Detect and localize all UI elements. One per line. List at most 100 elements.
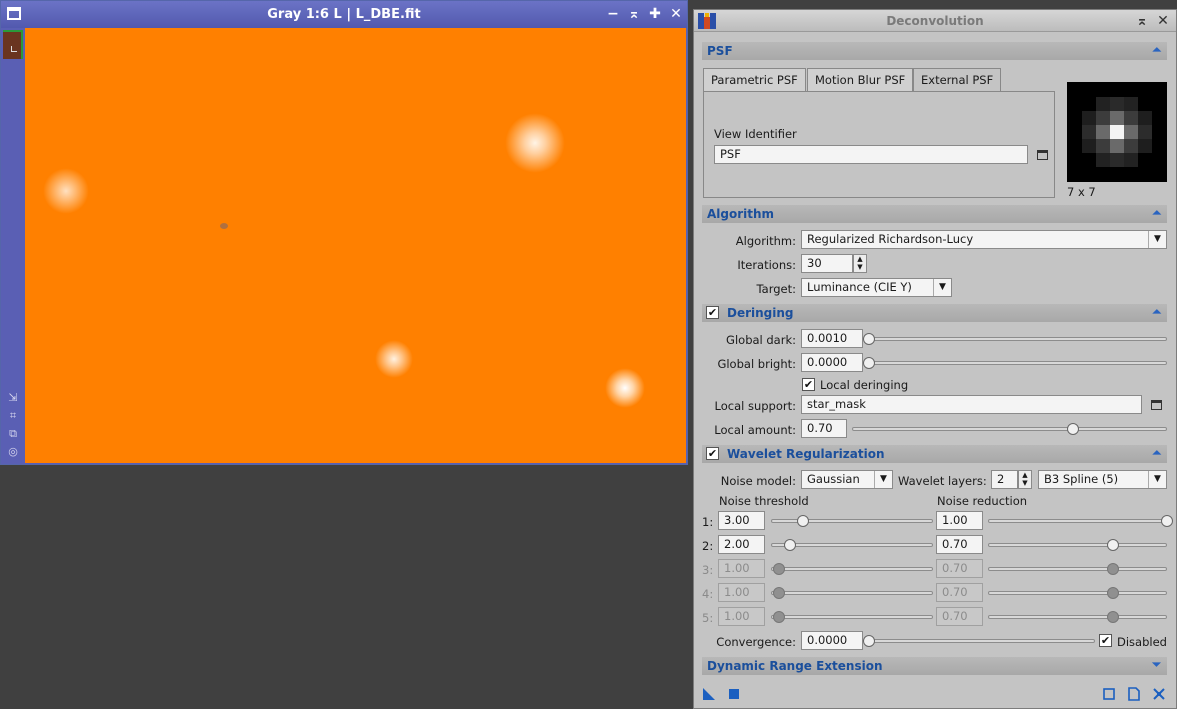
local-deringing-checkbox[interactable]: ✔: [802, 378, 815, 391]
collapse-up-icon[interactable]: ⏶: [1152, 44, 1161, 56]
noise-threshold-input[interactable]: 2.00: [718, 535, 765, 554]
noise-threshold-slider[interactable]: [771, 611, 933, 623]
wavelet-layers-input[interactable]: 2: [991, 470, 1018, 489]
chevron-down-icon[interactable]: ▼: [933, 279, 951, 296]
noise-reduction-input[interactable]: 0.70: [936, 607, 983, 626]
psf-preview-image: [1067, 82, 1167, 182]
noise-threshold-input[interactable]: 3.00: [718, 511, 765, 530]
document-icon[interactable]: [1127, 687, 1141, 701]
fit-view-icon[interactable]: ⇲: [7, 392, 19, 404]
chevron-down-icon[interactable]: ▼: [1148, 471, 1166, 488]
collapse-up-icon[interactable]: ⏶: [1152, 306, 1161, 318]
new-instance-icon[interactable]: [702, 687, 716, 701]
target-icon[interactable]: ◎: [7, 446, 19, 458]
psf-section-header[interactable]: PSF ⏶: [702, 42, 1167, 60]
global-dark-input[interactable]: 0.0010: [801, 329, 863, 348]
noise-threshold-input[interactable]: 1.00: [718, 583, 765, 602]
dialog-title: Deconvolution: [886, 14, 984, 28]
noise-reduction-slider[interactable]: [988, 515, 1173, 527]
noise-reduction-slider[interactable]: [988, 611, 1167, 623]
global-dark-slider[interactable]: [863, 333, 1167, 345]
dynamic-range-section-header[interactable]: Dynamic Range Extension ⏷: [702, 657, 1167, 675]
select-view-icon[interactable]: [1037, 150, 1048, 160]
noise-threshold-slider[interactable]: [771, 563, 933, 575]
view-identifier-input[interactable]: PSF: [714, 145, 1028, 164]
wavelet-layers-spinner[interactable]: ▲ ▼: [1018, 470, 1032, 489]
dialog-close-button[interactable]: ✕: [1155, 13, 1171, 29]
tab-external-psf[interactable]: External PSF: [913, 68, 1002, 92]
noise-threshold-slider[interactable]: [771, 539, 933, 551]
global-bright-label: Global bright:: [717, 357, 796, 371]
noise-model-select[interactable]: Gaussian ▼: [801, 470, 893, 489]
noise-threshold-slider[interactable]: [771, 515, 933, 527]
tab-parametric-psf[interactable]: Parametric PSF: [703, 68, 806, 91]
image-canvas[interactable]: [25, 28, 686, 463]
preview-icon[interactable]: [1102, 687, 1116, 701]
deringing-section-title: Deringing: [727, 306, 794, 320]
dialog-shade-button[interactable]: ⌅: [1134, 13, 1150, 29]
image-window-titlebar[interactable]: Gray 1:6 L | L_DBE.fit − ⌅ ✚ ✕: [1, 1, 687, 28]
dark-speck: [220, 223, 228, 229]
view-corner-handle[interactable]: [3, 30, 23, 59]
collapse-up-icon[interactable]: ⏶: [1152, 207, 1161, 219]
minimize-button[interactable]: −: [605, 6, 621, 22]
iterations-input[interactable]: 30: [801, 254, 853, 273]
wavelet-layer-index: 5:: [702, 611, 714, 625]
clone-view-icon[interactable]: ⧉: [7, 428, 19, 440]
noise-reduction-input[interactable]: 0.70: [936, 583, 983, 602]
convergence-disabled-checkbox[interactable]: ✔: [1099, 634, 1112, 647]
dynamic-range-section-title: Dynamic Range Extension: [707, 659, 883, 673]
noise-reduction-slider[interactable]: [988, 539, 1167, 551]
local-amount-slider[interactable]: [852, 423, 1167, 435]
reset-icon[interactable]: [1152, 687, 1166, 701]
wavelet-section-header[interactable]: ✔ Wavelet Regularization ⏶: [702, 445, 1167, 463]
iterations-spinner[interactable]: ▲ ▼: [853, 254, 867, 273]
local-deringing-label: Local deringing: [820, 378, 909, 392]
algorithm-label: Algorithm:: [735, 234, 796, 248]
image-window[interactable]: Gray 1:6 L | L_DBE.fit − ⌅ ✚ ✕ ⇲ ⌗ ⧉ ◎: [0, 0, 688, 465]
chevron-down-icon[interactable]: ▼: [1148, 231, 1166, 248]
noise-reduction-input[interactable]: 0.70: [936, 559, 983, 578]
algorithm-select[interactable]: Regularized Richardson-Lucy ▼: [801, 230, 1167, 249]
noise-reduction-input[interactable]: 0.70: [936, 535, 983, 554]
noise-model-value: Gaussian: [807, 472, 860, 486]
noise-threshold-input[interactable]: 1.00: [718, 559, 765, 578]
convergence-input[interactable]: 0.0000: [801, 631, 863, 650]
tab-motion-blur-psf[interactable]: Motion Blur PSF: [807, 68, 914, 91]
wavelet-layer-index: 1:: [702, 515, 714, 529]
deconvolution-dialog[interactable]: Deconvolution ⌅ ✕ PSF ⏶ Parametric PSF M…: [693, 9, 1177, 709]
noise-reduction-slider[interactable]: [988, 587, 1167, 599]
expand-down-icon[interactable]: ⏷: [1152, 659, 1161, 671]
bright-object: [375, 340, 413, 378]
local-support-input[interactable]: star_mask: [801, 395, 1142, 414]
noise-threshold-slider[interactable]: [771, 587, 933, 599]
bright-object: [605, 368, 645, 408]
maximize-button[interactable]: ✚: [647, 6, 663, 22]
chevron-down-icon[interactable]: ▼: [874, 471, 892, 488]
target-select-value: Luminance (CIE Y): [807, 280, 912, 294]
convergence-slider[interactable]: [863, 635, 1095, 647]
global-bright-input[interactable]: 0.0000: [801, 353, 863, 372]
close-button[interactable]: ✕: [668, 6, 684, 22]
noise-threshold-header: Noise threshold: [719, 494, 809, 508]
select-view-icon[interactable]: [1151, 400, 1162, 410]
zoom-to-fit-icon[interactable]: ⌗: [7, 410, 19, 422]
global-bright-slider[interactable]: [863, 357, 1167, 369]
noise-reduction-input[interactable]: 1.00: [936, 511, 983, 530]
wavelet-layer-index: 4:: [702, 587, 714, 601]
deringing-checkbox[interactable]: ✔: [706, 306, 719, 319]
scaling-function-value: B3 Spline (5): [1044, 472, 1119, 486]
deringing-section-header[interactable]: ✔ Deringing ⏶: [702, 304, 1167, 322]
noise-reduction-slider[interactable]: [988, 563, 1167, 575]
local-amount-input[interactable]: 0.70: [801, 419, 847, 438]
dialog-titlebar[interactable]: Deconvolution ⌅ ✕: [694, 10, 1176, 32]
shade-button[interactable]: ⌅: [626, 6, 642, 22]
wavelet-checkbox[interactable]: ✔: [706, 447, 719, 460]
scaling-function-select[interactable]: B3 Spline (5) ▼: [1038, 470, 1167, 489]
noise-threshold-input[interactable]: 1.00: [718, 607, 765, 626]
algorithm-section-header[interactable]: Algorithm ⏶: [702, 205, 1167, 223]
collapse-up-icon[interactable]: ⏶: [1152, 447, 1161, 459]
target-select[interactable]: Luminance (CIE Y) ▼: [801, 278, 952, 297]
apply-global-icon[interactable]: [727, 687, 741, 701]
wavelet-layer-index: 2:: [702, 539, 714, 553]
